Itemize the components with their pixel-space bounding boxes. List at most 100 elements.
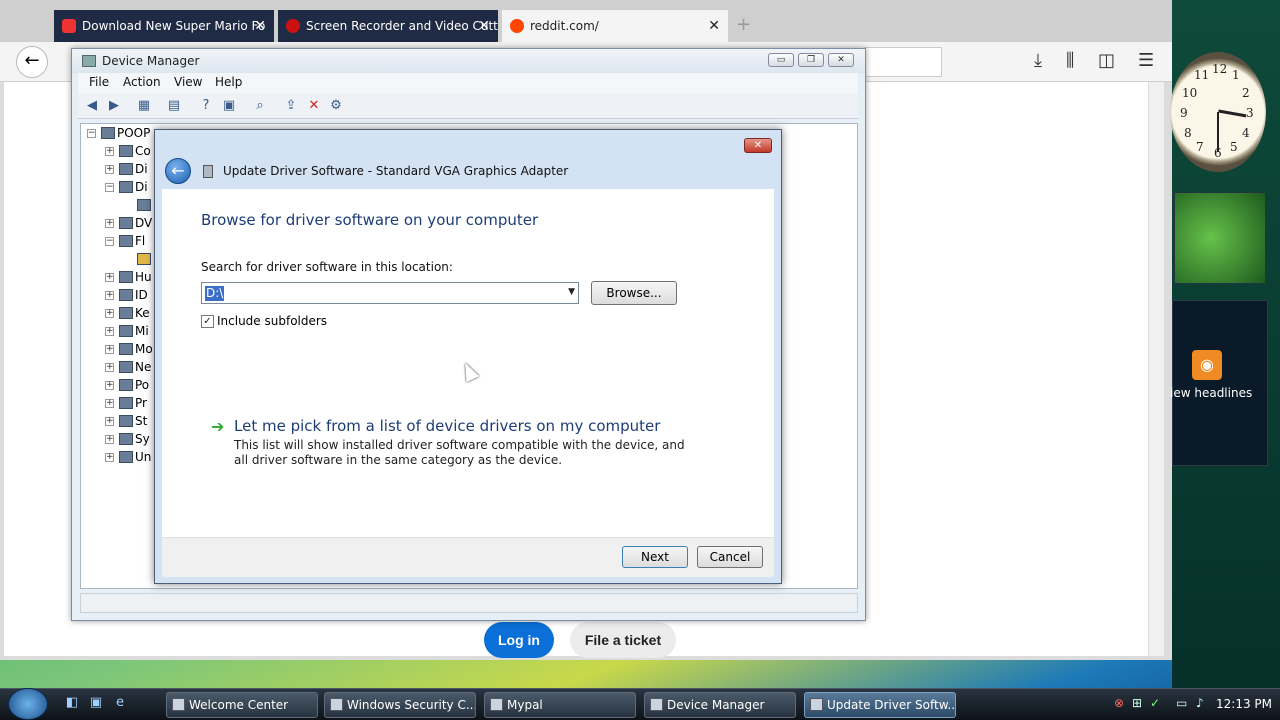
status-bar — [80, 593, 858, 613]
dialog-close-button[interactable]: ✕ — [744, 138, 772, 153]
computer-icon — [101, 127, 115, 139]
include-subfolders-checkbox[interactable]: ✓ — [201, 315, 214, 328]
chevron-down-icon[interactable]: ▼ — [568, 287, 575, 297]
tab-mario[interactable]: Download New Super Mario Fo ✕ — [54, 10, 274, 42]
back-button[interactable]: ← — [16, 46, 48, 78]
expander[interactable]: − — [105, 183, 114, 192]
expander[interactable]: + — [105, 363, 114, 372]
library-icon[interactable]: ⫼ — [1066, 50, 1074, 71]
taskbar-update-driver[interactable]: Update Driver Softw... — [804, 692, 956, 718]
path-value[interactable]: D:\ — [205, 286, 225, 301]
feed-headlines-gadget[interactable] — [1172, 300, 1268, 466]
update-icon[interactable]: ⇪ — [283, 98, 299, 114]
volume-icon[interactable]: ♪ — [1196, 696, 1204, 710]
expander[interactable]: + — [105, 147, 114, 156]
expander[interactable]: + — [105, 417, 114, 426]
tree-label: Di — [135, 162, 148, 176]
search-location-label: Search for driver software in this locat… — [201, 260, 453, 274]
sidebar-icon[interactable]: ◫ — [1098, 50, 1115, 71]
expander[interactable]: + — [105, 309, 114, 318]
taskbar-label: Mypal — [507, 698, 543, 712]
slideshow-gadget[interactable] — [1174, 192, 1266, 284]
close-icon[interactable]: ✕ — [478, 10, 490, 42]
update-icon[interactable]: ✓ — [1150, 696, 1160, 710]
feeds-label[interactable]: iew headlines — [1170, 386, 1252, 400]
expander[interactable]: + — [105, 291, 114, 300]
start-button[interactable] — [8, 688, 48, 720]
taskbar-windows-security[interactable]: Windows Security C... — [324, 692, 476, 718]
show-desktop-icon[interactable]: ◧ — [64, 695, 80, 711]
expander[interactable]: + — [105, 399, 114, 408]
expander[interactable]: + — [105, 381, 114, 390]
taskbar-mypal[interactable]: Mypal — [484, 692, 636, 718]
menu-icon[interactable]: ☰ — [1138, 50, 1154, 71]
new-tab-button[interactable]: + — [736, 14, 751, 35]
expander[interactable]: + — [105, 165, 114, 174]
scan-icon[interactable]: ⌕ — [252, 98, 268, 114]
browse-button[interactable]: Browse... — [591, 281, 677, 305]
update-driver-dialog: ✕ ← Update Driver Software - Standard VG… — [154, 129, 782, 584]
dialog-back-button[interactable]: ← — [165, 158, 191, 184]
rss-icon[interactable]: ◉ — [1192, 350, 1222, 380]
page-scrollbar[interactable] — [1148, 82, 1164, 656]
next-button[interactable]: Next — [622, 546, 688, 568]
close-icon[interactable]: ✕ — [708, 10, 720, 42]
arrow-right-icon: ➔ — [211, 417, 225, 436]
taskbar-clock[interactable]: 12:13 PM — [1216, 697, 1272, 711]
tree-label: Hu — [135, 270, 152, 284]
properties-icon[interactable]: ▦ — [136, 98, 152, 114]
display-icon[interactable]: ▭ — [1176, 696, 1187, 710]
maximize-button[interactable]: ❐ — [798, 53, 824, 67]
network-icon[interactable]: ⊞ — [1132, 696, 1142, 710]
computer-icon — [119, 145, 133, 157]
taskbar-label: Device Manager — [667, 698, 765, 712]
login-button[interactable]: Log in — [484, 622, 554, 658]
hour-hand — [1218, 109, 1247, 118]
security-alert-icon[interactable]: ⊗ — [1114, 696, 1124, 710]
uninstall-icon[interactable]: ✕ — [306, 98, 322, 114]
tab-label: Download New Super Mario Fo — [82, 19, 266, 33]
expander[interactable]: + — [105, 453, 114, 462]
close-icon[interactable]: ✕ — [254, 10, 266, 42]
close-button[interactable]: ✕ — [828, 53, 854, 67]
url-bar[interactable] — [864, 47, 942, 77]
expander[interactable]: + — [105, 273, 114, 282]
taskbar-device-manager[interactable]: Device Manager — [644, 692, 796, 718]
expander[interactable]: − — [105, 237, 114, 246]
view-icon[interactable]: ▤ — [166, 98, 182, 114]
expander[interactable]: − — [87, 129, 96, 138]
internet-explorer-icon[interactable]: e — [112, 695, 128, 711]
clock-gadget: 12 1 2 3 4 5 6 7 8 9 10 11 — [1170, 52, 1266, 172]
clock-number: 1 — [1232, 68, 1240, 82]
switch-windows-icon[interactable]: ▣ — [88, 695, 104, 711]
path-combobox[interactable]: D:\ ▼ — [201, 282, 579, 304]
tree-label: St — [135, 414, 148, 428]
disable-icon[interactable]: ⚙ — [328, 98, 344, 114]
include-subfolders-label[interactable]: Include subfolders — [217, 314, 327, 328]
floppy-drive-icon — [137, 253, 151, 265]
menu-view[interactable]: View — [174, 75, 202, 89]
file-ticket-button[interactable]: File a ticket — [570, 622, 676, 658]
tab-screen-recorder[interactable]: Screen Recorder and Video Cutt ✕ — [278, 10, 498, 42]
tab-reddit[interactable]: reddit.com/ ✕ — [502, 10, 728, 42]
expander[interactable]: + — [105, 327, 114, 336]
minimize-button[interactable]: ▭ — [768, 53, 794, 67]
menu-action[interactable]: Action — [123, 75, 161, 89]
tree-label: Po — [135, 378, 150, 392]
clock-number: 9 — [1180, 106, 1188, 120]
taskbar-welcome-center[interactable]: Welcome Center — [166, 692, 318, 718]
menu-help[interactable]: Help — [215, 75, 242, 89]
tree-label: Mi — [135, 324, 149, 338]
download-icon[interactable]: ⤓ — [1034, 50, 1042, 71]
expander[interactable]: + — [105, 435, 114, 444]
console-icon[interactable]: ▣ — [221, 98, 237, 114]
help-icon[interactable]: ? — [198, 98, 214, 114]
device-manager-titlebar[interactable]: Device Manager ▭ ❐ ✕ — [72, 49, 865, 73]
menu-file[interactable]: File — [89, 75, 109, 89]
pick-from-list-link[interactable]: Let me pick from a list of device driver… — [234, 417, 660, 435]
cancel-button[interactable]: Cancel — [697, 546, 763, 568]
expander[interactable]: + — [105, 345, 114, 354]
forward-icon[interactable]: ▶ — [106, 98, 122, 114]
expander[interactable]: + — [105, 219, 114, 228]
back-icon[interactable]: ◀ — [84, 98, 100, 114]
